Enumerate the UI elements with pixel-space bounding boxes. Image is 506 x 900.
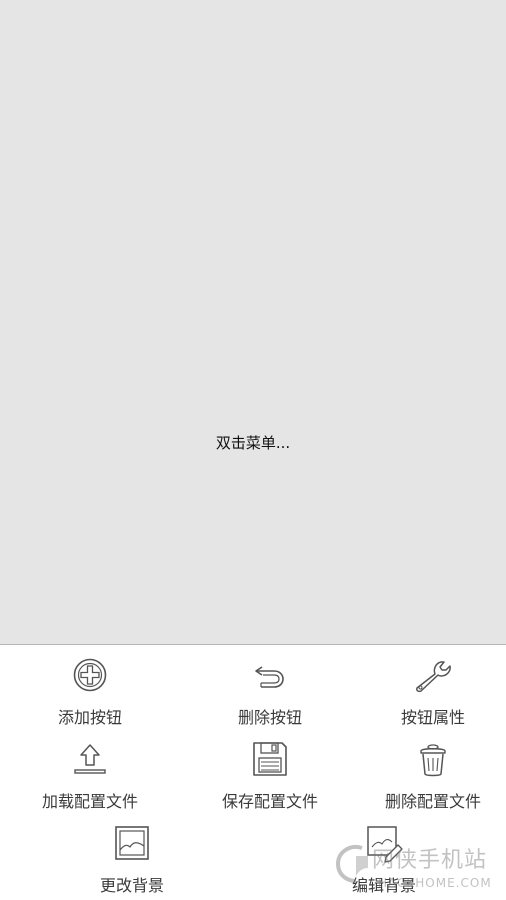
add-button-item[interactable]: 添加按钮 xyxy=(15,645,165,727)
add-button-label: 添加按钮 xyxy=(57,708,122,727)
edit-background-item[interactable]: 编辑背景 xyxy=(309,813,459,895)
delete-config-label: 删除配置文件 xyxy=(384,792,481,811)
edit-image-icon xyxy=(364,823,404,863)
change-background-label: 更改背景 xyxy=(99,876,164,895)
button-properties-item[interactable]: 按钮属性 xyxy=(358,645,506,727)
load-config-label: 加载配置文件 xyxy=(41,792,138,811)
upload-icon xyxy=(70,739,110,779)
change-background-item[interactable]: 更改背景 xyxy=(57,813,207,895)
canvas-hint: 双击菜单... xyxy=(215,434,291,452)
save-config-label: 保存配置文件 xyxy=(221,792,318,811)
undo-icon xyxy=(250,655,290,695)
wrench-icon xyxy=(413,655,453,695)
delete-config-item[interactable]: 删除配置文件 xyxy=(358,729,506,811)
load-config-item[interactable]: 加载配置文件 xyxy=(15,729,165,811)
bottom-menu: 添加按钮 删除按钮 按钮属性 加载配置文件 保存配置文件 删除配置文件 更改背景… xyxy=(0,645,506,900)
button-properties-label: 按钮属性 xyxy=(400,708,465,727)
trash-icon xyxy=(413,739,453,779)
delete-button-label: 删除按钮 xyxy=(237,708,302,727)
image-icon xyxy=(112,823,152,863)
save-floppy-icon xyxy=(250,739,290,779)
edit-background-label: 编辑背景 xyxy=(351,876,416,895)
add-circle-icon xyxy=(70,655,110,695)
delete-button-item[interactable]: 删除按钮 xyxy=(195,645,345,727)
button-canvas[interactable]: 双击菜单... xyxy=(0,0,506,644)
save-config-item[interactable]: 保存配置文件 xyxy=(195,729,345,811)
